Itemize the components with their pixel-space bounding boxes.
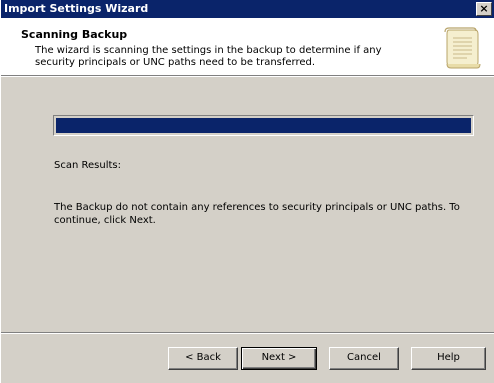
- header-divider-highlight: [1, 76, 494, 77]
- scroll-icon: [444, 27, 481, 69]
- progress-bar-fill: [56, 118, 471, 133]
- window-title: Import Settings Wizard: [4, 2, 149, 15]
- title-bar[interactable]: Import Settings Wizard ×: [1, 0, 494, 18]
- wizard-header: Scanning Backup The wizard is scanning t…: [1, 18, 494, 75]
- page-title: Scanning Backup: [21, 28, 128, 41]
- page-description: The wizard is scanning the settings in t…: [35, 45, 382, 68]
- help-button[interactable]: Help: [411, 347, 486, 370]
- scan-results-message: The Backup do not contain any references…: [54, 202, 460, 226]
- footer-divider-highlight: [1, 333, 494, 334]
- scan-progress-bar: [53, 115, 474, 136]
- close-icon[interactable]: ×: [476, 2, 492, 16]
- next-button[interactable]: Next >: [241, 347, 317, 370]
- cancel-button[interactable]: Cancel: [329, 347, 399, 370]
- import-settings-wizard-window: Import Settings Wizard × Scanning Backup…: [0, 0, 494, 383]
- back-button[interactable]: < Back: [168, 347, 238, 370]
- scan-results-label: Scan Results:: [54, 160, 121, 171]
